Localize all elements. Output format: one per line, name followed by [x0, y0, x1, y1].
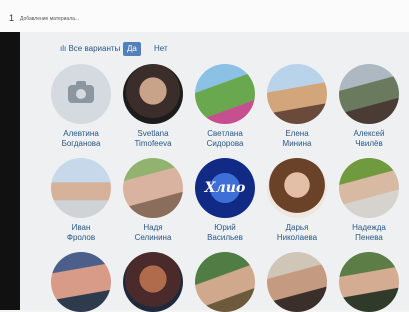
friend-card[interactable]: Иван Фролов [46, 158, 116, 243]
filter-all-button[interactable]: ılı Все варианты [56, 42, 124, 56]
avatar[interactable] [339, 252, 399, 312]
friend-name[interactable]: Дарья Николаева [262, 223, 332, 243]
friend-card[interactable] [262, 252, 332, 312]
friend-card[interactable]: Алексей Чвилёв [334, 64, 404, 149]
friend-name[interactable]: Алевтина Богданова [46, 129, 116, 149]
left-edge [0, 32, 20, 310]
avatar[interactable] [123, 64, 183, 124]
friend-card[interactable]: Дарья Николаева [262, 158, 332, 243]
filter-no-button[interactable]: Нет [150, 42, 172, 56]
avatar[interactable] [267, 158, 327, 218]
logo-text: Хлио [204, 180, 246, 196]
friend-name[interactable]: Юрий Васильев [190, 223, 260, 243]
friend-card[interactable]: Елена Минина [262, 64, 332, 149]
friend-name[interactable]: Алексей Чвилёв [334, 129, 404, 149]
friend-card[interactable]: Алевтина Богданова [46, 64, 116, 149]
friend-card[interactable] [118, 252, 188, 312]
friends-panel: ılı Все варианты Да Нет Алевтина Богдано… [20, 32, 409, 312]
avatar[interactable] [123, 158, 183, 218]
friend-name[interactable]: Надежда Пенева [334, 223, 404, 243]
friend-name[interactable]: Svetlana Timofeeva [118, 129, 188, 149]
friend-card[interactable]: Хлио Юрий Васильев [190, 158, 260, 243]
tab-number: 1 [9, 13, 15, 23]
filter-all-label: Все варианты [68, 44, 121, 53]
friend-card[interactable] [334, 252, 404, 312]
friend-card[interactable] [46, 252, 116, 312]
friend-card[interactable]: Надя Селинина [118, 158, 188, 243]
friend-card[interactable]: Svetlana Timofeeva [118, 64, 188, 149]
avatar[interactable] [51, 252, 111, 312]
avatar[interactable] [195, 64, 255, 124]
friend-card[interactable]: Светлана Сидорова [190, 64, 260, 149]
friend-name[interactable]: Надя Селинина [118, 223, 188, 243]
avatar[interactable]: Хлио [195, 158, 255, 218]
avatar[interactable] [339, 158, 399, 218]
filter-yes-button[interactable]: Да [123, 42, 141, 56]
friend-name[interactable]: Иван Фролов [46, 223, 116, 243]
avatar[interactable] [267, 64, 327, 124]
camera-icon [68, 81, 94, 103]
avatar[interactable] [339, 64, 399, 124]
browser-tab-bar: 1 Добавление материала... [0, 0, 409, 33]
avatar[interactable] [195, 252, 255, 312]
friend-card[interactable]: Надежда Пенева [334, 158, 404, 243]
friend-card[interactable] [190, 252, 260, 312]
avatar[interactable] [123, 252, 183, 312]
friend-name[interactable]: Елена Минина [262, 129, 332, 149]
avatar[interactable] [267, 252, 327, 312]
friend-name[interactable]: Светлана Сидорова [190, 129, 260, 149]
avatar[interactable] [51, 158, 111, 218]
avatar[interactable] [51, 64, 111, 124]
tab-title[interactable]: Добавление материала... [20, 16, 79, 22]
